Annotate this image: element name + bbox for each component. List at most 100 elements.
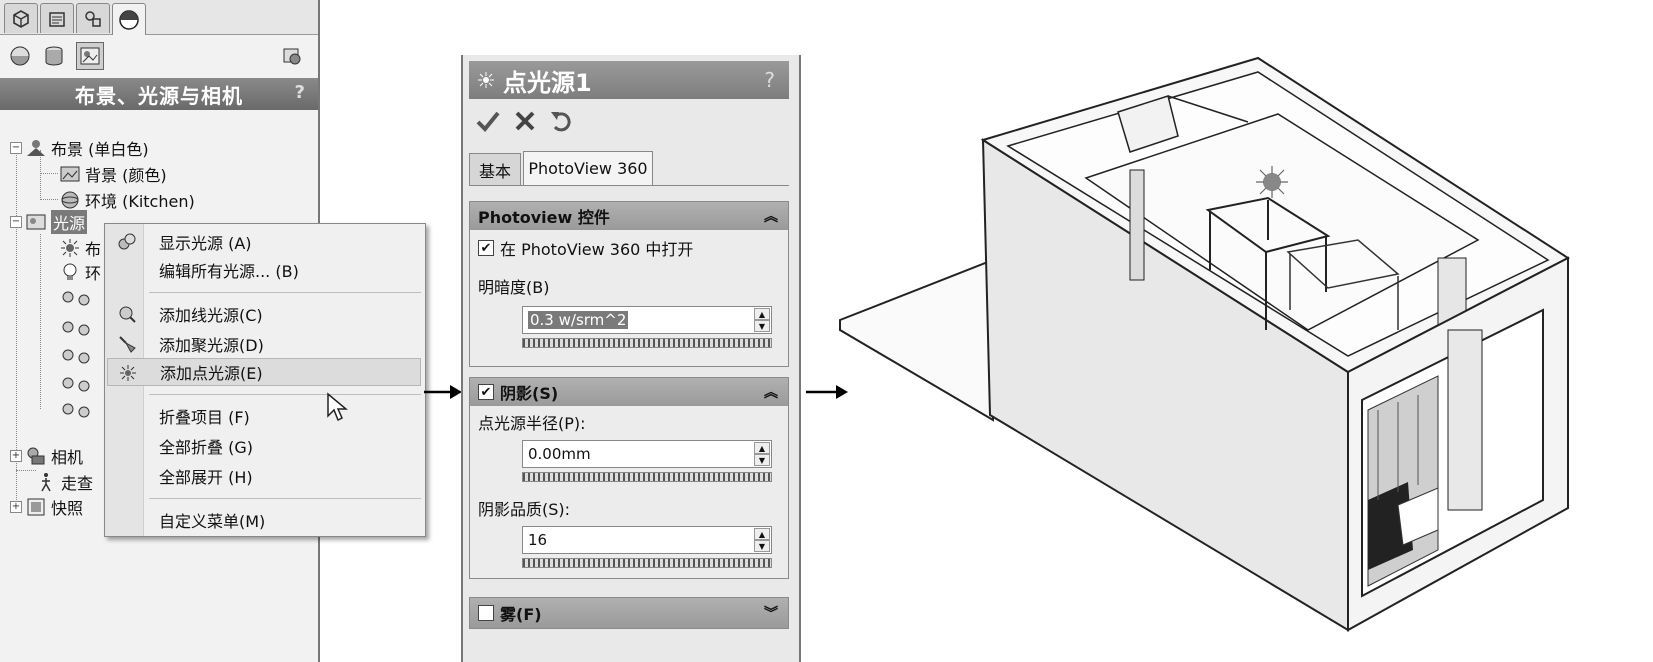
menu-item-add-spot-light[interactable]: 添加聚光源(D): [107, 330, 421, 358]
window-mullion: [1447, 329, 1483, 511]
directional-light-icon: [119, 306, 136, 323]
light-radius-label: 点光源半径(P):: [478, 414, 586, 433]
group-header[interactable]: Photoview 控件 ︽: [470, 202, 788, 230]
tree-item-environment[interactable]: 环境 (Kitchen): [60, 188, 195, 212]
menu-item-customize-menu[interactable]: 自定义菜单(M): [107, 506, 421, 534]
mouse-cursor-icon: [327, 392, 348, 422]
camera-icon: [27, 447, 45, 465]
expand-icon[interactable]: +: [10, 450, 22, 462]
tree-label: 走查: [61, 474, 94, 493]
menu-item-show-lights[interactable]: 显示光源 (A): [107, 228, 421, 256]
directional-light-icon: [62, 349, 90, 364]
tree-item-camera[interactable]: + 相机: [10, 444, 83, 468]
shadow-quality-input[interactable]: 16 ▲ ▼: [522, 526, 772, 554]
tree-item-light-2[interactable]: 环: [60, 260, 101, 284]
help-icon[interactable]: ?: [295, 82, 306, 103]
group-header[interactable]: 雾(F) ︾: [470, 598, 788, 628]
tree-label: 背景 (颜色): [85, 166, 167, 185]
pm-action-bar: [469, 101, 789, 141]
collapse-chevron-icon[interactable]: ︽: [764, 382, 778, 402]
directional-light-icon: [62, 291, 90, 306]
ground-plane: [839, 258, 994, 422]
scene-icon: [80, 47, 100, 65]
tree-label: 环境 (Kitchen): [85, 192, 195, 211]
help-icon[interactable]: ?: [764, 68, 775, 92]
point-light-property-manager: 点光源1 ? 基本 PhotoView 360 Photoview 控件 ︽ ✔…: [461, 55, 801, 662]
cancel-x-icon[interactable]: [513, 109, 537, 133]
tab-photoview[interactable]: PhotoView 360: [523, 151, 653, 185]
tree-item-light-1[interactable]: 布: [60, 236, 101, 260]
undo-icon[interactable]: [549, 109, 575, 133]
shadow-quality-slider[interactable]: [522, 558, 772, 568]
tree-item-walkthrough[interactable]: 走查: [36, 470, 93, 494]
ok-check-icon[interactable]: [475, 109, 501, 133]
scene-tree-icon: [27, 140, 45, 156]
directional-light-icon: [62, 403, 90, 418]
tree-item-lights[interactable]: − 光源: [10, 210, 88, 234]
light-radius-slider[interactable]: [522, 472, 772, 482]
expand-icon[interactable]: +: [10, 501, 22, 513]
display-manager-tab[interactable]: [112, 3, 146, 35]
scene-lights-cameras-button[interactable]: [76, 42, 104, 70]
tree-item-background[interactable]: 背景 (颜色): [60, 162, 167, 186]
menu-separator: [149, 292, 421, 293]
shadow-group: ✔ 阴影(S) ︽ 点光源半径(P): 0.00mm ▲ ▼ 阴影品质(S): …: [469, 377, 789, 579]
tree-label: 光源: [51, 210, 88, 234]
tree-label: 相机: [51, 448, 84, 467]
decals-button[interactable]: [40, 42, 68, 70]
appearances-button[interactable]: [6, 42, 34, 70]
collapse-chevron-icon[interactable]: ︽: [764, 206, 778, 226]
tree-item-light-5[interactable]: [60, 344, 100, 368]
tab-basic[interactable]: 基本: [469, 153, 521, 185]
menu-item-collapse-all[interactable]: 全部折叠 (G): [107, 432, 421, 460]
menu-item-add-directional-light[interactable]: 添加线光源(C): [107, 300, 421, 328]
shadow-checkbox[interactable]: ✔: [478, 384, 494, 400]
tree-connector: [40, 199, 58, 200]
feature-manager-tab[interactable]: [4, 3, 38, 33]
tree-connector: [40, 234, 41, 409]
display-options-button[interactable]: [278, 42, 306, 70]
spin-up-icon[interactable]: ▲: [754, 442, 770, 454]
expand-chevron-icon[interactable]: ︾: [764, 603, 778, 623]
menu-item-collapse-items[interactable]: 折叠项目 (F): [107, 402, 421, 430]
options-icon: [283, 48, 301, 65]
fog-checkbox[interactable]: [478, 605, 494, 621]
brightness-label: 明暗度(B): [478, 278, 550, 297]
tree-item-light-7[interactable]: [60, 398, 100, 422]
tree-item-snapshot[interactable]: + 快照: [10, 495, 83, 519]
room-3d-model: [839, 56, 1570, 632]
tree-label: 布景 (单白色): [51, 140, 149, 159]
part-icon: [13, 9, 29, 28]
background-icon: [60, 166, 80, 182]
directional-light-icon: [62, 321, 90, 336]
lights-folder-icon: [26, 214, 46, 230]
spin-down-icon[interactable]: ▼: [754, 540, 770, 552]
tree-connector: [40, 173, 58, 174]
menu-item-add-point-light[interactable]: 添加点光源(E): [107, 358, 421, 386]
open-in-photoview-checkbox[interactable]: ✔ 在 PhotoView 360 中打开: [478, 236, 693, 260]
tree-label: 快照: [51, 499, 84, 518]
menu-item-expand-all[interactable]: 全部展开 (H): [107, 462, 421, 490]
brightness-slider[interactable]: [522, 338, 772, 348]
directional-light-icon: [62, 377, 90, 392]
brightness-input[interactable]: 0.3 w/srm^2 ▲ ▼: [522, 306, 772, 334]
spin-down-icon[interactable]: ▼: [754, 320, 770, 332]
tree-item-light-4[interactable]: [60, 316, 100, 340]
fog-group: 雾(F) ︾: [469, 597, 789, 629]
spin-up-icon[interactable]: ▲: [754, 308, 770, 320]
spin-up-icon[interactable]: ▲: [754, 528, 770, 540]
collapse-icon[interactable]: −: [10, 216, 22, 228]
tree-item-scene[interactable]: − 布景 (单白色): [10, 136, 149, 160]
collapse-icon[interactable]: −: [10, 142, 22, 154]
light-radius-input[interactable]: 0.00mm ▲ ▼: [522, 440, 772, 468]
tree-item-light-3[interactable]: [60, 286, 100, 310]
bulb-icon: [63, 263, 77, 280]
menu-item-edit-all-lights[interactable]: 编辑所有光源... (B): [107, 256, 421, 284]
tree-item-light-6[interactable]: [60, 372, 100, 396]
configuration-manager-tab[interactable]: [76, 3, 110, 33]
property-manager-tab[interactable]: [40, 3, 74, 33]
group-header[interactable]: ✔ 阴影(S) ︽: [470, 378, 788, 406]
checkbox-checked[interactable]: ✔: [478, 240, 494, 256]
spin-down-icon[interactable]: ▼: [754, 454, 770, 466]
tree-label: 布: [85, 240, 102, 259]
